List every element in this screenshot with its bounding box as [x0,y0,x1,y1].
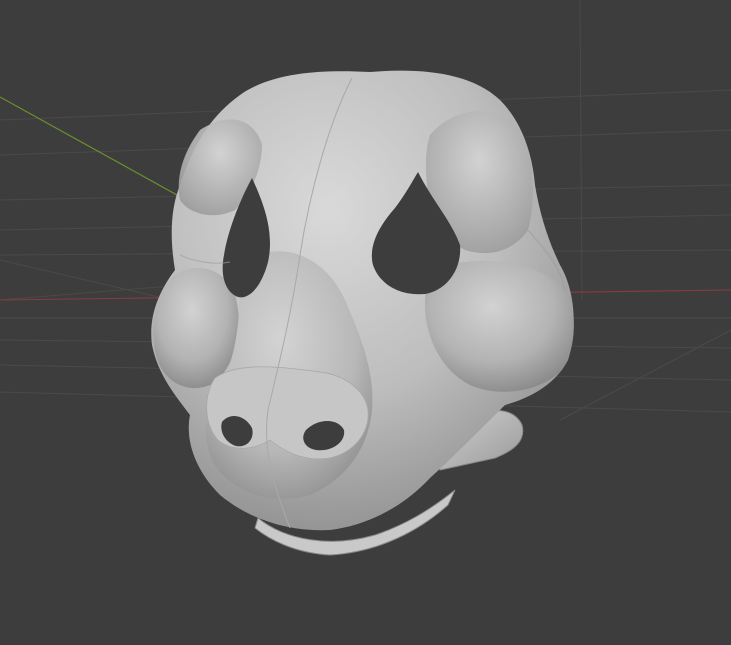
mask-nose [206,366,369,460]
mask-model[interactable] [151,70,574,556]
3d-viewport[interactable] [0,0,731,645]
viewport-canvas[interactable] [0,0,731,645]
